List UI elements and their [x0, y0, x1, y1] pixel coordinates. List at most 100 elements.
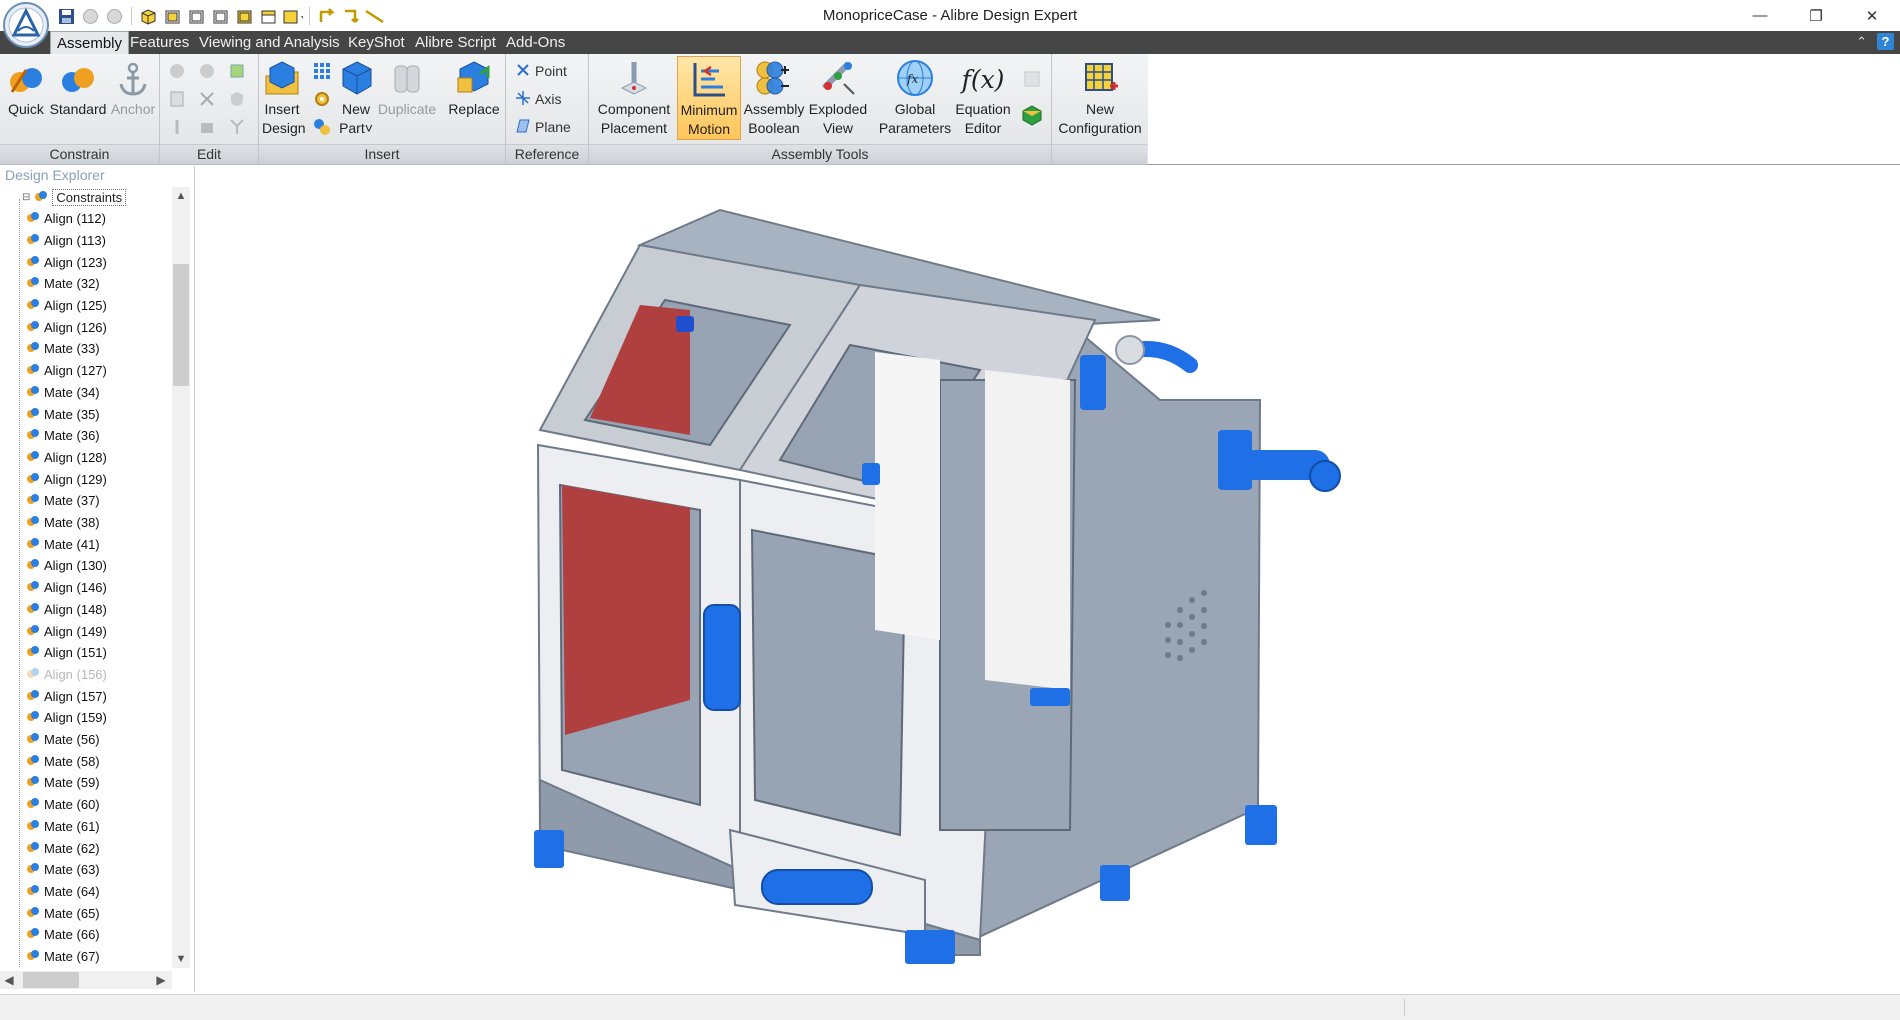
axis-icon	[516, 90, 530, 108]
collapse-ribbon-icon[interactable]: ⌃	[1856, 34, 1867, 50]
tree-item-constraint[interactable]: Align (149)	[26, 621, 107, 641]
edit-cut-icon[interactable]	[196, 88, 218, 110]
edit-delete-icon[interactable]	[166, 60, 188, 82]
tree-item-constraint[interactable]: Mate (33)	[26, 339, 100, 359]
minimize-button[interactable]: —	[1732, 0, 1788, 31]
tree-item-constraint[interactable]: Mate (65)	[26, 903, 100, 923]
tree-item-constraint[interactable]: Mate (34)	[26, 382, 100, 402]
tree-item-constraint[interactable]: Align (127)	[26, 361, 107, 381]
constraint-icon	[26, 341, 40, 356]
assembly-boolean-button[interactable]: Assembly Boolean	[742, 58, 806, 138]
edit-properties-icon[interactable]	[166, 88, 188, 110]
constraint-icon	[26, 255, 40, 270]
tree-item-constraint[interactable]: Mate (67)	[26, 947, 100, 967]
help-icon[interactable]: ?	[1877, 33, 1894, 50]
close-button[interactable]: ✕	[1844, 0, 1900, 31]
tree-item-constraint[interactable]: Mate (59)	[26, 773, 100, 793]
gears-icon[interactable]	[311, 116, 333, 138]
tree-item-constraint[interactable]: Mate (61)	[26, 816, 100, 836]
tree-item-constraint[interactable]: Mate (35)	[26, 404, 100, 424]
tree-item-constraint[interactable]: Align (146)	[26, 578, 107, 598]
constraint-icon	[26, 428, 40, 443]
tree-item-label: Align (128)	[44, 449, 107, 465]
3d-viewport[interactable]	[196, 166, 1900, 992]
tab-alibre-script[interactable]: Alibre Script	[409, 31, 502, 54]
equation-editor-button[interactable]: f(x) Equation Editor	[951, 58, 1015, 138]
tree-item-constraint[interactable]: Mate (56)	[26, 730, 100, 750]
anchor-button[interactable]: Anchor	[109, 58, 157, 119]
edit-suppress-icon[interactable]	[196, 60, 218, 82]
new-part-icon	[339, 58, 373, 98]
edit-branch-icon[interactable]	[226, 116, 248, 138]
tree-item-constraint[interactable]: Align (148)	[26, 599, 107, 619]
explorer-horizontal-scrollbar[interactable]: ◀ ▶	[0, 971, 172, 989]
tree-item-constraint[interactable]: Align (156)	[26, 664, 107, 684]
alibre-logo-icon[interactable]	[2, 1, 50, 49]
explorer-vertical-scrollbar[interactable]: ▲ ▼	[172, 187, 190, 968]
constraint-tree[interactable]: ⊟ Constraints Align (112) Align (113) Alig…	[0, 187, 172, 967]
tree-item-constraint[interactable]: Mate (60)	[26, 795, 100, 815]
component-color-icon[interactable]	[1021, 104, 1043, 126]
exploded-view-button[interactable]: Exploded View	[807, 58, 869, 138]
tree-item-constraint[interactable]: Align (126)	[26, 317, 107, 337]
tree-item-constraint[interactable]: Mate (66)	[26, 925, 100, 945]
tree-item-constraint[interactable]: Mate (41)	[26, 534, 100, 554]
tree-item-constraint[interactable]: Mate (37)	[26, 491, 100, 511]
tree-item-constraint[interactable]: Align (129)	[26, 469, 107, 489]
point-button[interactable]: Point	[516, 60, 567, 82]
axis-button[interactable]: Axis	[516, 88, 561, 110]
gear-icon[interactable]	[311, 88, 333, 110]
tab-keyshot[interactable]: KeyShot	[342, 31, 411, 54]
pattern-icon[interactable]	[311, 60, 333, 82]
collapse-toggle-icon[interactable]: ⊟	[22, 192, 30, 203]
scroll-down-icon[interactable]: ▼	[172, 950, 190, 968]
edit-shield-icon[interactable]	[226, 88, 248, 110]
tab-assembly[interactable]: Assembly	[50, 31, 130, 55]
edit-pin-icon[interactable]	[166, 116, 188, 138]
tab-features[interactable]: Features	[124, 31, 195, 54]
standard-constrain-button[interactable]: Standard	[47, 58, 109, 119]
tree-item-constraint[interactable]: Align (157)	[26, 686, 107, 706]
tab-viewing-and-analysis[interactable]: Viewing and Analysis	[193, 31, 346, 54]
insert-design-button[interactable]: Insert Design	[262, 58, 306, 138]
edit-show-icon[interactable]	[226, 60, 248, 82]
edit-group-icon[interactable]	[196, 116, 218, 138]
new-configuration-button[interactable]: New Configuration	[1054, 58, 1146, 138]
tree-item-constraint[interactable]: Align (112)	[26, 209, 106, 229]
scroll-up-icon[interactable]: ▲	[172, 187, 190, 205]
scroll-thumb-horizontal[interactable]	[23, 972, 79, 988]
tree-item-constraint[interactable]: Mate (32)	[26, 274, 100, 294]
tree-item-constraint[interactable]: Align (125)	[26, 296, 107, 316]
tree-item-constraint[interactable]: Mate (38)	[26, 513, 100, 533]
quick-constrain-button[interactable]: Quick	[5, 58, 47, 119]
global-parameters-button[interactable]: fx Global Parameters	[877, 58, 953, 138]
tree-item-constraint[interactable]: Mate (58)	[26, 751, 100, 771]
disabled-tool-icon[interactable]	[1021, 68, 1043, 90]
plane-button[interactable]: Plane	[516, 116, 571, 138]
tree-item-constraint[interactable]: Align (113)	[26, 230, 106, 250]
constraint-icon	[26, 732, 40, 747]
tab-add-ons[interactable]: Add-Ons	[500, 31, 571, 54]
scroll-left-icon[interactable]: ◀	[0, 971, 18, 989]
component-placement-button[interactable]: Component Placement	[595, 58, 673, 138]
minimum-motion-button[interactable]: Minimum Motion	[677, 56, 741, 140]
group-label-configuration	[1052, 144, 1147, 164]
assembly-model-render[interactable]	[196, 166, 1900, 992]
scroll-right-icon[interactable]: ▶	[152, 971, 170, 989]
tree-item-constraint[interactable]: Align (130)	[26, 556, 107, 576]
tree-item-constraint[interactable]: Mate (63)	[26, 860, 100, 880]
duplicate-button[interactable]: Duplicate	[375, 58, 439, 119]
restore-button[interactable]: ❐	[1788, 0, 1844, 31]
equation-symbol: f(x)	[961, 65, 1005, 94]
replace-button[interactable]: Replace	[447, 58, 501, 119]
tree-item-constraint[interactable]: Align (123)	[26, 252, 107, 272]
tree-item-constraint[interactable]: Mate (62)	[26, 838, 100, 858]
tree-root-constraints[interactable]: ⊟ Constraints	[22, 187, 127, 207]
tree-item-constraint[interactable]: Align (159)	[26, 708, 107, 728]
tree-item-constraint[interactable]: Align (151)	[26, 643, 107, 663]
scroll-thumb[interactable]	[173, 264, 189, 386]
tree-item-constraint[interactable]: Align (128)	[26, 447, 107, 467]
tree-item-constraint[interactable]: Mate (36)	[26, 426, 100, 446]
tree-item-constraint[interactable]: Mate (64)	[26, 881, 100, 901]
new-part-button[interactable]: New Part˅	[339, 58, 373, 138]
